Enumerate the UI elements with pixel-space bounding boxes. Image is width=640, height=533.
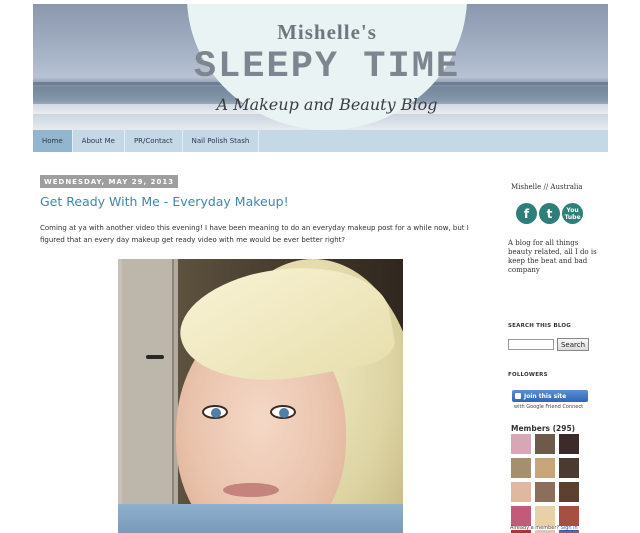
header-banner[interactable]: Mishelle's SLEEPY TIME A Makeup and Beau… [33, 4, 608, 130]
member-avatar[interactable] [511, 458, 531, 478]
blog-tagline: A Makeup and Beauty Blog [216, 95, 438, 114]
post-date: WEDNESDAY, MAY 29, 2013 [40, 175, 179, 188]
photo-lips [223, 483, 279, 497]
members-count[interactable]: Members (295) [511, 424, 575, 433]
sign-in-link[interactable]: Sign in [561, 525, 578, 531]
social-icons: f t You Tube [516, 203, 583, 224]
already-member-text: Already a member? [510, 525, 560, 531]
tab-about-me[interactable]: About Me [73, 130, 125, 152]
sidebar-description: A blog for all things beauty related, al… [508, 239, 597, 274]
member-avatar[interactable] [511, 482, 531, 502]
member-avatar[interactable] [559, 482, 579, 502]
youtube-icon[interactable]: You Tube [562, 203, 583, 224]
search-heading: SEARCH THIS BLOG [508, 323, 571, 329]
member-avatar[interactable] [535, 458, 555, 478]
members-grid [511, 434, 579, 533]
member-avatar[interactable] [559, 458, 579, 478]
blog-page: Mishelle's SLEEPY TIME A Makeup and Beau… [0, 0, 640, 533]
join-site-button[interactable]: Join this site [512, 390, 588, 402]
already-member: Already a member? Sign in [510, 525, 578, 531]
member-avatar[interactable] [511, 506, 531, 526]
member-avatar[interactable] [559, 506, 579, 526]
member-avatar[interactable] [535, 506, 555, 526]
blog-title-line1: Mishelle's [277, 20, 377, 44]
member-avatar[interactable] [535, 482, 555, 502]
join-subtext: with Google Friend Connect [514, 404, 584, 410]
photo-left-eye [202, 405, 228, 419]
facebook-icon[interactable]: f [516, 203, 537, 224]
photo-right-eye [270, 405, 296, 419]
tab-home[interactable]: Home [33, 130, 73, 152]
followers-heading: FOLLOWERS [508, 372, 548, 378]
photo-door [122, 259, 174, 533]
search-input[interactable] [508, 339, 554, 350]
blog-title-line2: SLEEPY TIME [193, 46, 461, 88]
post-title-link[interactable]: Get Ready With Me - Everyday Makeup! [40, 194, 289, 209]
twitter-icon[interactable]: t [539, 203, 560, 224]
search-button[interactable]: Search [557, 338, 589, 351]
join-site-label: Join this site [524, 392, 567, 400]
post-photo[interactable] [118, 259, 403, 533]
blog-logo: Mishelle's SLEEPY TIME A Makeup and Beau… [183, 4, 471, 130]
member-avatar[interactable] [511, 434, 531, 454]
photo-denim-jacket [118, 504, 403, 533]
sidebar-author-name: Mishelle // Australia [511, 183, 583, 191]
member-avatar[interactable] [535, 434, 555, 454]
nav-tabs: Home About Me PR/Contact Nail Polish Sta… [33, 130, 608, 152]
google-friend-connect-icon [515, 393, 521, 399]
tab-nail-polish-stash[interactable]: Nail Polish Stash [183, 130, 260, 152]
post-body-text: Coming at ya with another video this eve… [40, 224, 469, 244]
tab-pr-contact[interactable]: PR/Contact [125, 130, 183, 152]
member-avatar[interactable] [559, 434, 579, 454]
photo-door-handle [146, 355, 164, 359]
